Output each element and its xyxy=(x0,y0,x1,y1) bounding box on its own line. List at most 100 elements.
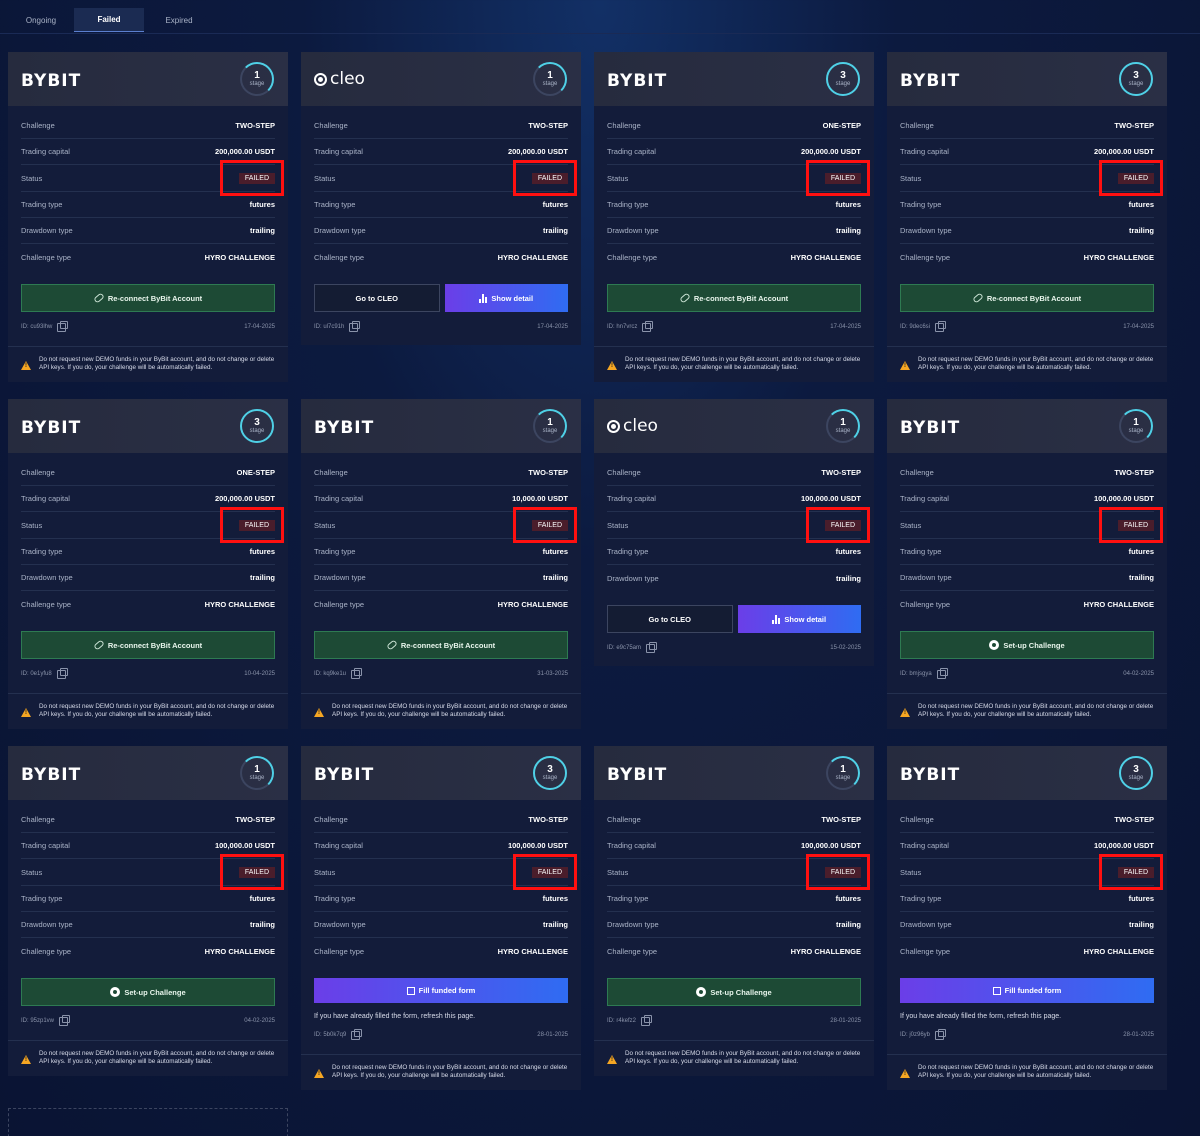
warning-icon xyxy=(21,1055,31,1064)
status-label: Status xyxy=(21,173,43,183)
challenge-card: BYBIT 1 stage Challenge TWO-STEP Trading… xyxy=(8,746,288,1076)
reconnect-bybit-button[interactable]: Re-connect ByBit Account xyxy=(900,284,1154,312)
capital-value: 100,000.00 USDT xyxy=(1093,494,1154,503)
stage-indicator: 3 stage xyxy=(826,62,860,96)
trading-label: Trading type xyxy=(900,547,942,556)
bybit-logo: BYBIT xyxy=(314,418,375,438)
copy-icon[interactable] xyxy=(57,320,69,332)
copy-icon[interactable] xyxy=(351,1028,363,1040)
challenge-value: TWO-STEP xyxy=(235,815,275,824)
drawdown-value: trailing xyxy=(249,920,275,929)
ctype-label: Challenge type xyxy=(900,252,951,262)
drawdown-label: Drawdown type xyxy=(314,226,366,235)
copy-icon[interactable] xyxy=(936,667,948,679)
bybit-logo: BYBIT xyxy=(607,765,668,785)
challenge-date: 28-01-2025 xyxy=(537,1032,568,1038)
ctype-label: Challenge type xyxy=(21,252,72,262)
challenge-id: ID: e9c75am xyxy=(607,645,642,651)
reconnect-bybit-button[interactable]: Re-connect ByBit Account xyxy=(314,631,568,659)
capital-label: Trading capital xyxy=(900,494,949,503)
go-to-cleo-button[interactable]: Go to CLEO xyxy=(314,284,440,312)
tab-expired[interactable]: Expired xyxy=(144,8,214,32)
challenge-label: Challenge xyxy=(21,468,55,477)
row-drawdown: Drawdown type trailing xyxy=(900,218,1154,244)
capital-value: 100,000.00 USDT xyxy=(1093,841,1154,850)
status-label: Status xyxy=(900,867,922,877)
copy-icon[interactable] xyxy=(935,320,947,332)
card-header: cleo 1 stage xyxy=(594,399,874,453)
fill-funded-form-button[interactable]: Fill funded form xyxy=(900,978,1154,1003)
copy-icon[interactable] xyxy=(59,1014,71,1026)
warning-icon xyxy=(314,708,324,717)
ctype-label: Challenge type xyxy=(607,252,658,262)
trading-value: futures xyxy=(542,200,568,209)
row-challenge: Challenge TWO-STEP xyxy=(607,460,861,486)
drawdown-value: trailing xyxy=(835,226,861,235)
challenge-date: 28-01-2025 xyxy=(830,1018,861,1024)
reconnect-bybit-button[interactable]: Re-connect ByBit Account xyxy=(21,284,275,312)
row-drawdown: Drawdown type trailing xyxy=(21,565,275,591)
capital-value: 200,000.00 USDT xyxy=(214,147,275,156)
trading-value: futures xyxy=(542,547,568,556)
row-challenge: Challenge ONE-STEP xyxy=(21,460,275,486)
setup-challenge-button[interactable]: Set-up Challenge xyxy=(21,978,275,1006)
funded-note: If you have already filled the form, ref… xyxy=(900,1013,1062,1020)
failed-highlight-box xyxy=(806,507,870,543)
failed-highlight-box xyxy=(1099,854,1163,890)
status-label: Status xyxy=(21,867,43,877)
ctype-value: HYRO CHALLENGE xyxy=(790,252,861,262)
bybit-logo: BYBIT xyxy=(21,418,82,438)
warning-banner: Do not request new DEMO funds in your By… xyxy=(8,346,288,382)
ctype-value: HYRO CHALLENGE xyxy=(204,946,275,956)
setup-challenge-button[interactable]: Set-up Challenge xyxy=(607,978,861,1006)
drawdown-label: Drawdown type xyxy=(900,920,952,929)
card-meta: ID: bmjsgya 04-02-2025 xyxy=(900,667,1154,680)
tab-failed[interactable]: Failed xyxy=(74,8,144,32)
stage-indicator: 1 stage xyxy=(533,62,567,96)
status-tabs: Ongoing Failed Expired xyxy=(8,8,214,34)
row-challenge: Challenge TWO-STEP xyxy=(900,113,1154,139)
show-detail-button[interactable]: Show detail xyxy=(444,284,568,312)
copy-icon[interactable] xyxy=(642,320,654,332)
status-label: Status xyxy=(314,867,336,877)
funded-note: If you have already filled the form, ref… xyxy=(314,1013,476,1020)
copy-icon[interactable] xyxy=(935,1028,947,1040)
show-detail-button[interactable]: Show detail xyxy=(737,605,861,633)
copy-icon[interactable] xyxy=(56,667,68,679)
challenge-date: 15-02-2025 xyxy=(830,645,861,651)
cleo-logo: cleo xyxy=(607,416,658,436)
row-drawdown: Drawdown type trailing xyxy=(607,912,861,938)
go-to-cleo-button[interactable]: Go to CLEO xyxy=(607,605,733,633)
card-header: BYBIT 1 stage xyxy=(301,399,581,453)
challenge-id: ID: r4kefz2 xyxy=(607,1018,637,1024)
challenge-label: Challenge xyxy=(314,468,348,477)
copy-icon[interactable] xyxy=(349,320,361,332)
challenge-value: TWO-STEP xyxy=(1114,121,1154,130)
challenge-value: TWO-STEP xyxy=(1114,468,1154,477)
trading-label: Trading type xyxy=(607,894,649,903)
warning-banner: Do not request new DEMO funds in your By… xyxy=(594,346,874,382)
capital-value: 200,000.00 USDT xyxy=(1093,147,1154,156)
drawdown-label: Drawdown type xyxy=(21,226,73,235)
drawdown-label: Drawdown type xyxy=(607,573,659,583)
reconnect-bybit-button[interactable]: Re-connect ByBit Account xyxy=(607,284,861,312)
drawdown-label: Drawdown type xyxy=(314,573,366,582)
drawdown-label: Drawdown type xyxy=(900,573,952,582)
challenge-card: BYBIT 3 stage Challenge ONE-STEP Trading… xyxy=(8,399,288,729)
row-drawdown: Drawdown type trailing xyxy=(314,912,568,938)
card-meta: ID: 95zp1vw 04-02-2025 xyxy=(21,1014,275,1027)
card-meta: ID: hn7vrcz 17-04-2025 xyxy=(607,320,861,333)
stage-indicator: 1 stage xyxy=(826,756,860,790)
warning-banner: Do not request new DEMO funds in your By… xyxy=(301,693,581,729)
challenge-value: TWO-STEP xyxy=(528,468,568,477)
bybit-logo: BYBIT xyxy=(607,71,668,91)
tab-ongoing[interactable]: Ongoing xyxy=(8,8,74,32)
copy-icon[interactable] xyxy=(351,667,363,679)
copy-icon[interactable] xyxy=(646,641,658,653)
reconnect-bybit-button[interactable]: Re-connect ByBit Account xyxy=(21,631,275,659)
setup-challenge-button[interactable]: Set-up Challenge xyxy=(900,631,1154,659)
copy-icon[interactable] xyxy=(641,1014,653,1026)
cleo-mark-icon xyxy=(314,72,327,86)
status-label: Status xyxy=(900,520,922,530)
fill-funded-form-button[interactable]: Fill funded form xyxy=(314,978,568,1003)
